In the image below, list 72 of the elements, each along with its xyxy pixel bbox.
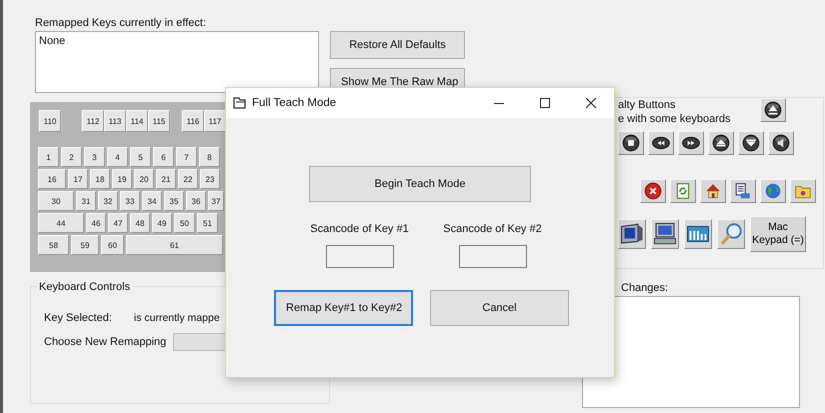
keyboard-key[interactable]: 110 <box>39 110 61 132</box>
keyboard-key[interactable]: 116 <box>182 110 204 132</box>
keyboard-key[interactable]: 6 <box>153 147 174 167</box>
keyboard-key[interactable]: 35 <box>164 191 184 211</box>
keyboard-key[interactable]: 34 <box>142 191 162 211</box>
remapped-keys-list[interactable]: None <box>35 31 319 93</box>
keyboard-key[interactable]: 114 <box>126 110 148 132</box>
keyboard-key[interactable]: 48 <box>130 213 150 233</box>
list-label: Remapped Keys currently in effect: <box>35 16 207 30</box>
keyboard-key[interactable]: 60 <box>101 235 124 255</box>
keyboard-key[interactable]: 115 <box>148 110 170 132</box>
keyboard-key[interactable]: 46 <box>86 213 106 233</box>
keyboard-key[interactable]: 36 <box>186 191 206 211</box>
keyboard-key[interactable]: 33 <box>120 191 140 211</box>
begin-teach-button[interactable]: Begin Teach Mode <box>309 166 531 202</box>
key-selected-label: Key Selected: <box>44 311 112 325</box>
field-label: Scancode of Key #1 <box>310 222 409 236</box>
specialty-button[interactable] <box>730 179 756 203</box>
keyboard-key[interactable]: 2 <box>61 147 82 167</box>
specialty-button[interactable] <box>618 131 644 155</box>
keyboard-key[interactable]: 23 <box>200 169 220 189</box>
keyboard-key[interactable]: 49 <box>152 213 172 233</box>
keyboard-key[interactable]: 21 <box>156 169 176 189</box>
group-title: alty Buttons <box>618 98 676 112</box>
cancel-button[interactable]: Cancel <box>430 290 569 326</box>
keyboard-key[interactable]: 113 <box>104 110 126 132</box>
scancode-field[interactable] <box>458 245 526 268</box>
keyboard-key[interactable]: 117 <box>204 110 226 132</box>
keyboard-key[interactable]: 59 <box>71 235 99 255</box>
list-item[interactable]: None <box>39 34 315 48</box>
keyboard-key[interactable]: 3 <box>84 147 105 167</box>
keyboard-key[interactable]: 30 <box>38 191 74 211</box>
specialty-button[interactable] <box>768 131 794 155</box>
remap-button[interactable]: Remap Key#1 to Key#2 <box>274 290 413 326</box>
keyboard-key[interactable]: 37 <box>208 191 224 211</box>
specialty-button[interactable] <box>760 98 786 122</box>
window-title: Full Teach Mode <box>252 96 336 110</box>
keyboard-key[interactable]: 16 <box>38 169 66 189</box>
scancode-field[interactable] <box>326 245 394 268</box>
changes-label: Changes: <box>621 281 670 295</box>
keyboard-key[interactable]: 8 <box>199 147 220 167</box>
keyboard-key[interactable]: 18 <box>90 169 110 189</box>
keyboard-key[interactable]: 1 <box>38 147 59 167</box>
keyboard-key[interactable]: 19 <box>112 169 132 189</box>
keyboard-key[interactable]: 50 <box>174 213 195 233</box>
action-button[interactable]: Restore All Defaults <box>330 31 465 59</box>
keyboard-key[interactable]: 7 <box>176 147 197 167</box>
group-title: Keyboard Controls <box>37 280 132 294</box>
specialty-button[interactable] <box>708 131 734 155</box>
remapping-label: Choose New Remapping <box>44 335 166 349</box>
keyboard-key[interactable]: 112 <box>82 110 104 132</box>
field-label: Scancode of Key #2 <box>443 222 542 236</box>
keyboard-key[interactable]: 31 <box>76 191 96 211</box>
mapping-status-text: is currently mappe <box>134 311 220 325</box>
keyboard-key[interactable]: 4 <box>107 147 128 167</box>
keyboard-key[interactable]: 22 <box>178 169 198 189</box>
specialty-button[interactable] <box>640 179 666 203</box>
keyboard-key[interactable]: 20 <box>134 169 154 189</box>
keyboard-key[interactable]: 47 <box>108 213 128 233</box>
group-note: e with some keyboards <box>618 112 730 126</box>
specialty-button[interactable] <box>648 131 674 155</box>
keyboard-key[interactable]: 44 <box>38 213 84 233</box>
specialty-button[interactable] <box>738 131 764 155</box>
keyboard-key[interactable]: 32 <box>98 191 118 211</box>
window-icon <box>233 97 246 109</box>
mac-keypad-button[interactable]: Mac Keypad (=) <box>750 216 806 252</box>
keyboard-key[interactable]: 61 <box>126 235 223 255</box>
specialty-button[interactable] <box>678 131 704 155</box>
keyboard-key[interactable]: 5 <box>130 147 151 167</box>
keyboard-key[interactable]: 17 <box>68 169 88 189</box>
keyboard-key[interactable]: 51 <box>197 213 218 233</box>
keyboard-key[interactable]: 58 <box>38 235 69 255</box>
